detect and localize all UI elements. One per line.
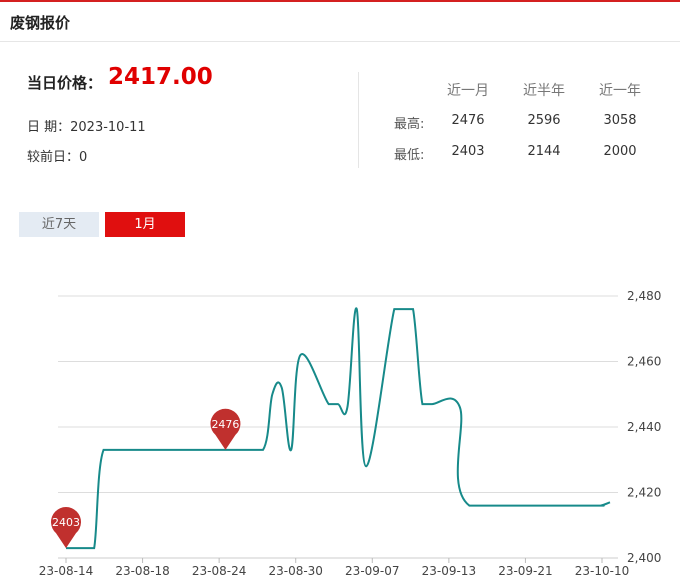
stats-row-high-label: 最高: [394, 117, 425, 132]
stats-low-month: 2403 [451, 144, 485, 159]
stats-low-year: 2000 [603, 144, 637, 159]
x-tick-label: 23-08-24 [192, 564, 246, 578]
stats-row-low-label: 最低: [394, 148, 425, 163]
x-tick-label: 23-10-10 [575, 564, 629, 578]
stats-low-halfyear: 2144 [527, 144, 561, 159]
section-header: 废钢报价 [0, 2, 680, 42]
stats-high-year: 3058 [603, 113, 637, 128]
x-tick-label: 23-08-30 [268, 564, 322, 578]
price-marker-pin: 2476 [210, 408, 241, 450]
change-text: 较前日：0 [27, 150, 88, 165]
y-tick-label: 2,400 [627, 551, 661, 565]
y-tick-label: 2,420 [627, 486, 661, 500]
stats-col-year: 近一年 [599, 83, 641, 99]
stats-col-halfyear: 近半年 [523, 83, 565, 99]
stats-col-month: 近一月 [447, 83, 489, 99]
x-tick-label: 23-08-14 [39, 564, 93, 578]
y-tick-label: 2,440 [627, 420, 661, 434]
tab-7-days[interactable]: 近7天 [19, 212, 99, 237]
stats-high-halfyear: 2596 [527, 113, 561, 128]
stats-high-month: 2476 [451, 113, 485, 128]
section-title: 废钢报价 [10, 14, 71, 32]
x-tick-label: 23-09-21 [498, 564, 552, 578]
current-price-label: 当日价格： [27, 74, 103, 92]
vertical-divider [358, 72, 359, 168]
marker-label: 2403 [52, 516, 80, 529]
price-marker-pin: 2403 [51, 506, 82, 549]
marker-label: 2476 [211, 418, 239, 431]
date-text: 日 期：2023-10-11 [27, 120, 146, 135]
x-tick-label: 23-08-18 [115, 564, 169, 578]
y-tick-label: 2,480 [627, 289, 661, 303]
tab-1-month[interactable]: 1月 [105, 212, 185, 237]
x-tick-label: 23-09-07 [345, 564, 399, 578]
price-series-line [65, 307, 611, 550]
current-price-value: 2417.00 [108, 64, 213, 90]
y-tick-label: 2,460 [627, 355, 661, 369]
price-line-chart: 2,400 2,420 2,440 2,460 2,480 23-08-14 23-08-1… [39, 289, 662, 578]
x-tick-label: 23-09-13 [422, 564, 476, 578]
